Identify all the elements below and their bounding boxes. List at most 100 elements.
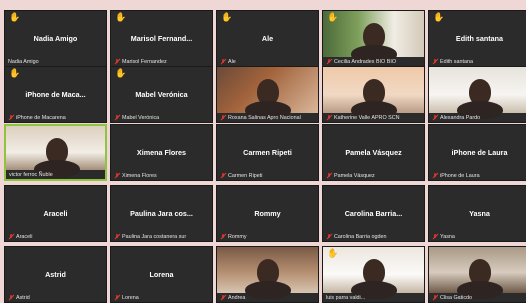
participant-tile-roxana-salinas-apro-nacional[interactable]: Roxana Salinas Apro Nacional <box>216 66 319 123</box>
mic-muted-icon <box>220 58 226 65</box>
participant-display-name: Paulina Jara cos... <box>130 208 193 218</box>
raised-hand-icon: ✋ <box>327 12 339 22</box>
participant-name-bar: Roxana Salinas Apro Nacional <box>217 113 318 122</box>
participant-tile-ximena-flores[interactable]: Ximena Flores Ximena Flores <box>110 124 213 181</box>
participant-name-label: Marisol Fernandez <box>122 58 167 65</box>
participant-tile-iphone-de-macarena[interactable]: iPhone de Maca... ✋ iPhone de Macarena <box>4 66 107 123</box>
participant-name-bar: Yasna <box>429 232 526 241</box>
participant-name-label: Katherine Valle APRO SCN <box>334 114 400 121</box>
mic-muted-icon <box>432 172 438 179</box>
participant-tile-alexandra-pardo[interactable]: Alexandra Pardo <box>428 66 526 123</box>
participant-tile-astrid[interactable]: Astrid Astrid <box>4 246 107 303</box>
participant-name-bar: Nadia Amigo <box>5 57 106 66</box>
participant-display-name: Ximena Flores <box>136 147 187 157</box>
participant-tile-pamela-vasquez[interactable]: Pamela Vásquez Pamela Vásquez <box>322 124 425 181</box>
participant-name-label: iPhone de Macarena <box>16 114 66 121</box>
mic-muted-icon <box>220 114 226 121</box>
raised-hand-icon: ✋ <box>9 68 21 78</box>
participant-name-label: Yasna <box>440 233 455 240</box>
mic-muted-icon <box>326 114 332 121</box>
participant-display-name: Rommy <box>254 208 281 218</box>
video-feed <box>429 67 526 119</box>
participant-name-label: Edith santana <box>440 58 473 65</box>
participant-name-bar: Carmen Ripeti <box>217 171 318 180</box>
video-feed <box>6 126 105 178</box>
raised-hand-icon: ✋ <box>327 248 339 258</box>
participant-display-name: Marisol Fernand... <box>130 33 193 43</box>
mic-muted-icon <box>114 172 120 179</box>
participant-tile-lorena[interactable]: Lorena Lorena <box>110 246 213 303</box>
participant-tile-victor-ferroc-nuble[interactable]: victor ferroc Ñuble <box>4 124 107 181</box>
participant-name-bar: luis parra valdi... <box>323 293 424 302</box>
mic-muted-icon <box>220 233 226 240</box>
participant-display-name: Lorena <box>149 269 174 279</box>
participant-name-bar: Marisol Fernandez <box>111 57 212 66</box>
participant-name-bar: Ale <box>217 57 318 66</box>
raised-hand-icon: ✋ <box>433 12 445 22</box>
participant-name-bar: iPhone de Laura <box>429 171 526 180</box>
participant-name-label: iPhone de Laura <box>440 172 480 179</box>
participant-name-label: Roxana Salinas Apro Nacional <box>228 114 301 121</box>
raised-hand-icon: ✋ <box>9 12 21 22</box>
participant-tile-ale[interactable]: Ale ✋ Ale <box>216 10 319 67</box>
participant-tile-carmen-ripeti[interactable]: Carmen Ripeti Carmen Ripeti <box>216 124 319 181</box>
participant-tile-andrea[interactable]: Andrea <box>216 246 319 303</box>
participant-name-bar: Cecilia Andrades BIO BIO <box>323 57 424 66</box>
participant-tile-yasna[interactable]: Yasna Yasna <box>428 185 526 242</box>
participant-tile-cecilia-andrades-bio-bio[interactable]: ✋ Cecilia Andrades BIO BIO <box>322 10 425 67</box>
participant-name-bar: Lorena <box>111 293 212 302</box>
participant-tile-clisa-gaticdo[interactable]: Clisa Gaticdo <box>428 246 526 303</box>
participant-display-name: Araceli <box>43 208 68 218</box>
participant-tile-araceli[interactable]: Araceli Araceli <box>4 185 107 242</box>
raised-hand-icon: ✋ <box>115 12 127 22</box>
participant-tile-katherine-valle-apro-scn[interactable]: Katherine Valle APRO SCN <box>322 66 425 123</box>
mic-muted-icon <box>326 233 332 240</box>
participant-display-name: Ale <box>261 33 274 43</box>
participant-display-name: Yasna <box>469 208 490 218</box>
participant-name-label: Ximena Flores <box>122 172 157 179</box>
participant-name-label: Araceli <box>16 233 33 240</box>
mic-muted-icon <box>432 114 438 121</box>
mic-muted-icon <box>432 233 438 240</box>
participant-name-bar: Ximena Flores <box>111 171 212 180</box>
mic-muted-icon <box>8 114 14 121</box>
participant-name-bar: iPhone de Macarena <box>5 113 106 122</box>
participant-tile-edith-santana[interactable]: Edith santana ✋ Edith santana <box>428 10 526 67</box>
participant-name-label: Alexandra Pardo <box>440 114 481 121</box>
participant-name-bar: Astrid <box>5 293 106 302</box>
participant-display-name: Carolina Barria... <box>344 208 403 218</box>
participant-tile-mabel-veronica[interactable]: Mabel Verónica ✋ Mabel Verónica <box>110 66 213 123</box>
participant-tile-paulina-jara-costanera-sur[interactable]: Paulina Jara cos... Paulina Jara costaner… <box>110 185 213 242</box>
participant-name-label: Paulina Jara costanera sur <box>122 233 187 240</box>
participant-name-bar: Paulina Jara costanera sur <box>111 232 212 241</box>
participant-name-bar: Clisa Gaticdo <box>429 293 526 302</box>
mic-muted-icon <box>114 233 120 240</box>
participant-name-bar: Pamela Vásquez <box>323 171 424 180</box>
participant-display-name: Edith santana <box>455 33 504 43</box>
participant-tile-rommy[interactable]: Rommy Rommy <box>216 185 319 242</box>
participant-tile-nadia-amigo[interactable]: Nadia Amigo ✋ Nadia Amigo <box>4 10 107 67</box>
video-feed <box>323 67 424 119</box>
raised-hand-icon: ✋ <box>115 68 127 78</box>
mic-muted-icon <box>432 58 438 65</box>
video-feed <box>217 67 318 119</box>
participant-name-bar: Carolina Barria ogden <box>323 232 424 241</box>
mic-muted-icon <box>326 172 332 179</box>
participant-tile-iphone-de-laura[interactable]: iPhone de Laura iPhone de Laura <box>428 124 526 181</box>
participant-name-label: Ale <box>228 58 236 65</box>
participant-name-label: Cecilia Andrades BIO BIO <box>334 58 397 65</box>
participant-name-label: Mabel Verónica <box>122 114 160 121</box>
participant-tile-marisol-fernandez[interactable]: Marisol Fernand... ✋ Marisol Fernandez <box>110 10 213 67</box>
participant-name-bar: Rommy <box>217 232 318 241</box>
participant-name-label: Nadia Amigo <box>8 58 39 65</box>
raised-hand-icon: ✋ <box>221 12 233 22</box>
participant-display-name: iPhone de Maca... <box>25 89 86 99</box>
participant-tile-carolina-barria-ogden[interactable]: Carolina Barria... Carolina Barria ogden <box>322 185 425 242</box>
participant-name-label: Pamela Vásquez <box>334 172 375 179</box>
participant-name-label: Carmen Ripeti <box>228 172 263 179</box>
participant-name-label: victor ferroc Ñuble <box>9 171 53 178</box>
mic-muted-icon <box>114 58 120 65</box>
mic-muted-icon <box>326 58 332 65</box>
participant-tile-luis-parra-valdi[interactable]: ✋ luis parra valdi... <box>322 246 425 303</box>
mic-muted-icon <box>114 114 120 121</box>
